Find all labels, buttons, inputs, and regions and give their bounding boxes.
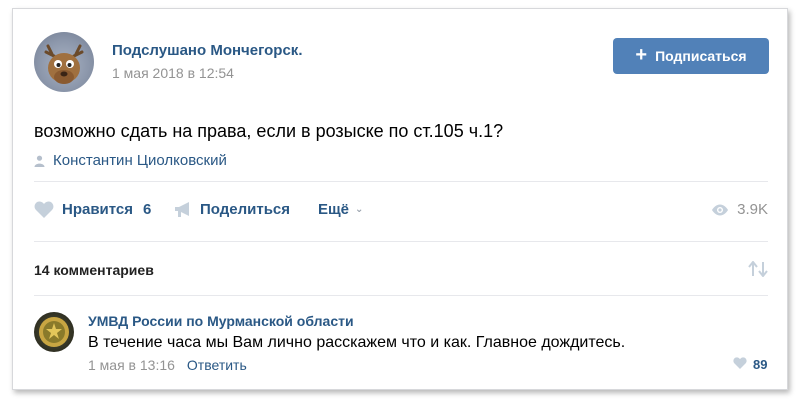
views-count: 3.9K: [737, 201, 768, 218]
community-name[interactable]: Подслушано Мончегорск.: [112, 42, 302, 59]
signer-name: Константин Циолковский: [53, 152, 227, 169]
divider: [34, 181, 768, 182]
post-signer[interactable]: Константин Циолковский: [34, 152, 227, 169]
share-label: Поделиться: [200, 201, 291, 218]
comment-text: В течение часа мы Вам лично расскажем чт…: [88, 334, 626, 351]
comment-meta: 1 мая в 13:16 Ответить: [88, 357, 247, 373]
more-label: Ещё: [318, 201, 350, 218]
megaphone-icon: [174, 201, 192, 218]
post-card: Подслушано Мончегорск. 1 мая 2018 в 12:5…: [12, 8, 788, 390]
comment-like-button[interactable]: 89: [733, 357, 767, 372]
person-icon: [34, 155, 45, 167]
views-counter: 3.9K: [711, 201, 768, 218]
comment-date[interactable]: 1 мая в 13:16: [88, 357, 175, 373]
like-label: Нравится: [62, 201, 134, 218]
community-avatar[interactable]: [34, 32, 94, 92]
like-button[interactable]: Нравится 6: [34, 201, 151, 218]
plus-icon: +: [635, 44, 648, 66]
share-button[interactable]: Поделиться: [174, 201, 290, 218]
subscribe-label: Подписаться: [655, 48, 747, 64]
divider: [34, 241, 768, 242]
post-date[interactable]: 1 мая 2018 в 12:54: [112, 65, 234, 81]
sort-icon[interactable]: [748, 260, 768, 282]
comment-avatar[interactable]: [34, 312, 74, 352]
divider: [34, 295, 768, 296]
subscribe-button[interactable]: + Подписаться: [613, 38, 769, 74]
chevron-down-icon: ⌄: [355, 204, 364, 215]
post-text: возможно сдать на права, если в розыске …: [34, 121, 504, 141]
heart-icon: [34, 201, 54, 218]
reply-link[interactable]: Ответить: [187, 357, 247, 373]
comment-author[interactable]: УМВД России по Мурманской области: [88, 313, 354, 329]
comment-like-count: 89: [753, 357, 768, 372]
heart-icon: [733, 357, 747, 372]
eye-icon: [711, 204, 729, 216]
post-actions: Нравится 6 Поделиться Ещё ⌄ 3.9K: [34, 201, 768, 221]
comments-header: 14 комментариев: [34, 262, 154, 278]
like-count: 6: [143, 201, 152, 218]
more-button[interactable]: Ещё ⌄: [318, 201, 363, 218]
